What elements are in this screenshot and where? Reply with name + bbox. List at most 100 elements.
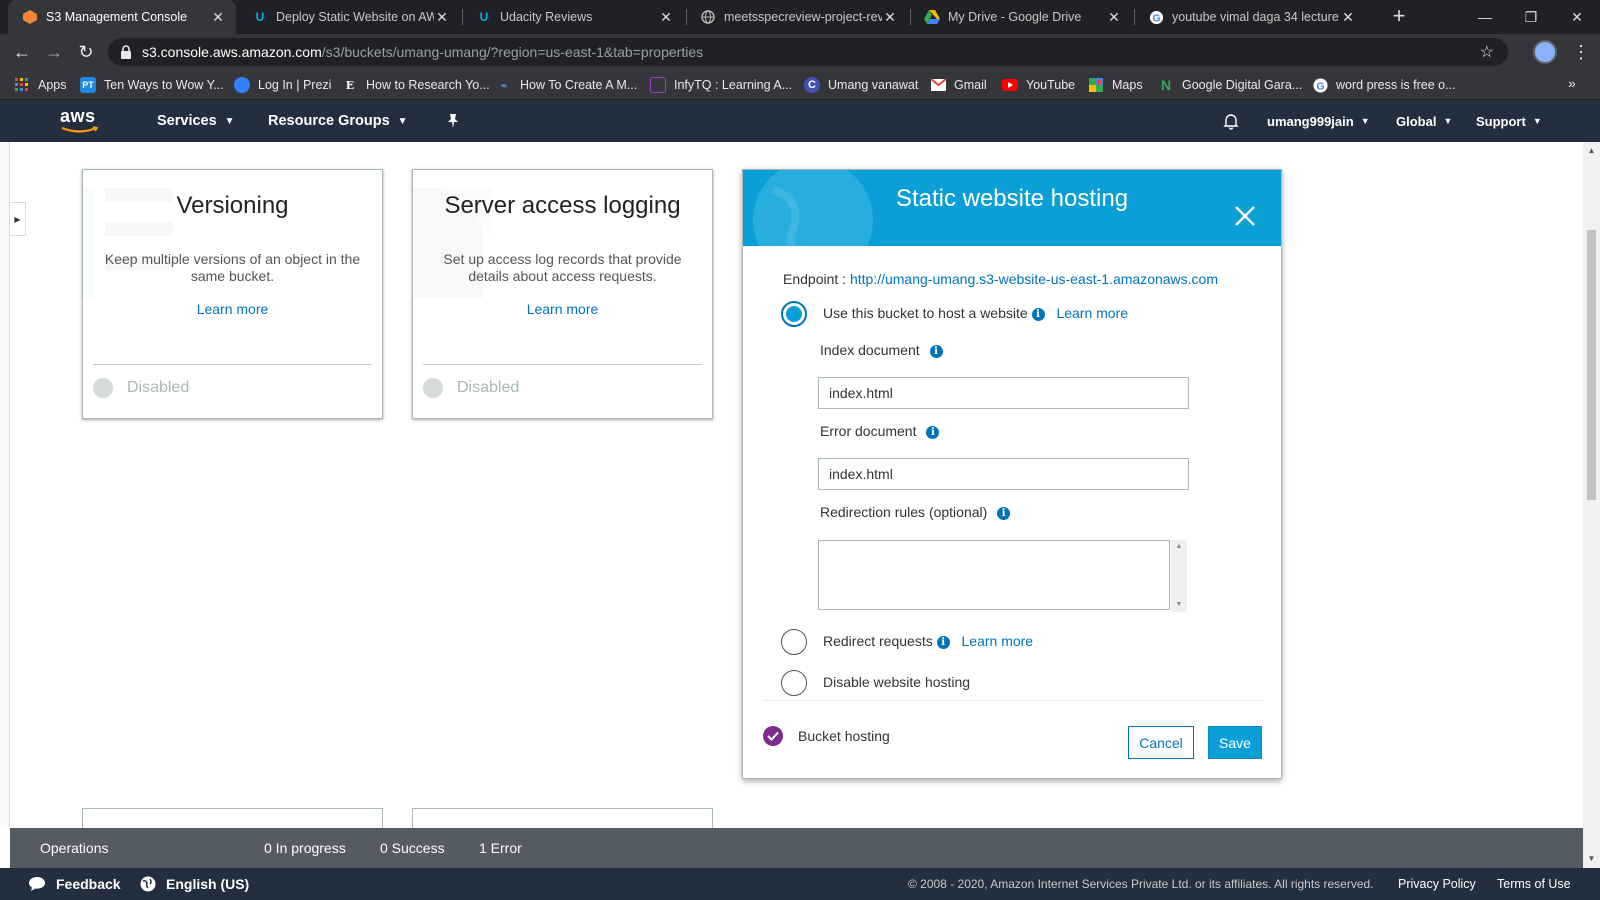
bookmark-create[interactable]: ⌁ How To Create A M... (496, 70, 638, 100)
disable-hosting-radio[interactable] (781, 670, 807, 696)
info-icon[interactable]: i (926, 425, 940, 439)
bookmark-maps[interactable]: Maps (1088, 70, 1143, 100)
learn-more-link[interactable]: Learn more (962, 633, 1034, 649)
close-tab-icon[interactable]: ✕ (882, 9, 898, 26)
restore-window-icon[interactable]: ❐ (1508, 0, 1554, 34)
aws-logo-text: aws (60, 106, 96, 126)
operations-label[interactable]: Operations (40, 828, 108, 868)
in-progress-count[interactable]: 0 In progress (264, 828, 346, 868)
address-bar[interactable]: s3.console.aws.amazon.com /s3/buckets/um… (108, 38, 1508, 66)
info-icon[interactable]: i (936, 635, 950, 649)
bookmark-youtube[interactable]: YouTube (1002, 70, 1075, 100)
support-label: Support (1476, 113, 1526, 129)
resource-groups-menu[interactable]: Resource Groups ▼ (268, 100, 408, 142)
tab-meetsspecreview[interactable]: meetsspecreview-project-revie ✕ (686, 0, 908, 34)
info-icon[interactable]: i (997, 506, 1011, 520)
scroll-up-arrow-icon[interactable]: ▲ (1171, 540, 1187, 554)
status-dot-icon (423, 378, 443, 398)
chevron-down-icon: ▼ (1360, 116, 1370, 126)
host-website-radio[interactable] (781, 301, 807, 327)
bookmark-research[interactable]: E How to Research Yo... (342, 70, 490, 100)
expand-nav-icon[interactable]: ▶ (10, 202, 26, 236)
bookmark-wordpress[interactable]: G word press is free o... (1312, 70, 1456, 100)
bookmark-star-icon[interactable]: ☆ (1480, 42, 1494, 62)
close-tab-icon[interactable]: ✕ (434, 9, 450, 26)
info-icon[interactable]: i (1031, 307, 1045, 321)
bookmark-gmail[interactable]: Gmail (930, 70, 987, 100)
bookmark-label: Ten Ways to Wow Y... (104, 78, 224, 92)
success-count[interactable]: 0 Success (380, 828, 445, 868)
close-window-icon[interactable]: ✕ (1554, 0, 1600, 34)
tab-youtube-search[interactable]: G youtube vimal daga 34 lecture ✕ (1134, 0, 1366, 34)
error-document-label: Error document (820, 423, 917, 439)
index-document-input[interactable]: index.html (818, 377, 1189, 409)
server-access-logging-card[interactable]: Server access logging Set up access log … (412, 169, 713, 419)
redirection-rules-label-row: Redirection rules (optional) i (820, 504, 1011, 520)
scrollbar-thumb[interactable] (1587, 230, 1596, 500)
region-menu[interactable]: Global ▼ (1396, 100, 1452, 142)
pin-icon[interactable] (446, 100, 460, 142)
scroll-down-arrow-icon[interactable]: ▼ (1171, 598, 1187, 612)
language-selector[interactable]: English (US) (140, 868, 249, 900)
chevron-down-icon: ▼ (1532, 116, 1542, 126)
redirect-requests-radio[interactable] (781, 629, 807, 655)
tab-google-drive[interactable]: My Drive - Google Drive ✕ (910, 0, 1132, 34)
save-button[interactable]: Save (1208, 726, 1262, 759)
bookmark-infytq[interactable]: InfyTQ : Learning A... (650, 70, 792, 100)
tab-udacity-reviews[interactable]: U Udacity Reviews ✕ (462, 0, 684, 34)
textarea-scrollbar[interactable]: ▲ ▼ (1171, 540, 1187, 612)
support-menu[interactable]: Support ▼ (1476, 100, 1542, 142)
bell-icon[interactable] (1222, 100, 1240, 142)
bookmark-umang[interactable]: C Umang vanawat (804, 70, 918, 100)
forward-arrow-icon[interactable]: → (42, 40, 66, 64)
tab-s3-management-console[interactable]: S3 Management Console ✕ (8, 0, 236, 34)
close-tab-icon[interactable]: ✕ (658, 9, 674, 26)
close-tab-icon[interactable]: ✕ (1340, 9, 1356, 26)
terms-of-use-link[interactable]: Terms of Use (1497, 868, 1571, 900)
aws-logo[interactable]: aws (60, 106, 102, 136)
new-tab-button[interactable]: + (1386, 4, 1412, 30)
services-menu[interactable]: Services ▼ (157, 100, 235, 142)
bookmark-ten-ways[interactable]: PT Ten Ways to Wow Y... (80, 70, 224, 100)
reload-icon[interactable]: ↻ (74, 40, 98, 64)
error-document-input[interactable]: index.html (818, 458, 1189, 490)
page-scrollbar[interactable]: ▲ ▼ (1583, 142, 1600, 868)
learn-more-link[interactable]: Learn more (1056, 305, 1128, 321)
close-tab-icon[interactable]: ✕ (210, 9, 226, 26)
google-icon: G (1312, 77, 1328, 93)
cancel-button[interactable]: Cancel (1128, 726, 1194, 759)
privacy-policy-link[interactable]: Privacy Policy (1398, 868, 1476, 900)
minimize-window-icon[interactable]: — (1462, 0, 1508, 34)
error-count[interactable]: 1 Error (479, 828, 522, 868)
copyright-text: © 2008 - 2020, Amazon Internet Services … (908, 877, 1374, 891)
bookmarks-overflow-icon[interactable]: » (1568, 75, 1576, 91)
operations-bar[interactable]: Operations 0 In progress 0 Success 1 Err… (10, 828, 1583, 868)
bookmark-digital-garage[interactable]: N Google Digital Gara... (1158, 70, 1302, 100)
back-arrow-icon[interactable]: ← (10, 40, 34, 64)
udacity-icon: U (255, 10, 265, 24)
versioning-card[interactable]: Versioning Keep multiple versions of an … (82, 169, 383, 419)
feedback-label: Feedback (56, 876, 121, 892)
tab-deploy-static-website[interactable]: U Deploy Static Website on AWS ✕ (238, 0, 460, 34)
browser-menu-icon[interactable]: ⋮ (1572, 40, 1590, 64)
redirection-rules-textarea[interactable] (818, 540, 1170, 610)
close-icon[interactable] (1233, 204, 1257, 228)
profile-avatar[interactable] (1533, 40, 1557, 64)
bookmark-apps[interactable]: Apps (14, 70, 67, 100)
svg-text:G: G (1316, 81, 1324, 92)
tab-title: Deploy Static Website on AWS (276, 10, 434, 24)
close-tab-icon[interactable]: ✕ (1106, 9, 1122, 26)
maps-icon (1088, 77, 1104, 93)
bookmark-label: YouTube (1026, 78, 1076, 92)
scroll-down-arrow-icon[interactable]: ▼ (1583, 852, 1600, 866)
scroll-up-arrow-icon[interactable]: ▲ (1583, 144, 1600, 158)
learn-more-link[interactable]: Learn more (413, 301, 712, 317)
bookmark-prezi[interactable]: Log In | Prezi (234, 70, 331, 100)
endpoint-url-link[interactable]: http://umang-umang.s3-website-us-east-1.… (850, 271, 1218, 287)
check-circle-icon (763, 726, 783, 746)
url-path: /s3/buckets/umang-umang/?region=us-east-… (321, 44, 704, 60)
learn-more-link[interactable]: Learn more (83, 301, 382, 317)
account-menu[interactable]: umang999jain ▼ (1267, 100, 1370, 142)
feedback-link[interactable]: Feedback (28, 868, 121, 900)
info-icon[interactable]: i (929, 344, 943, 358)
